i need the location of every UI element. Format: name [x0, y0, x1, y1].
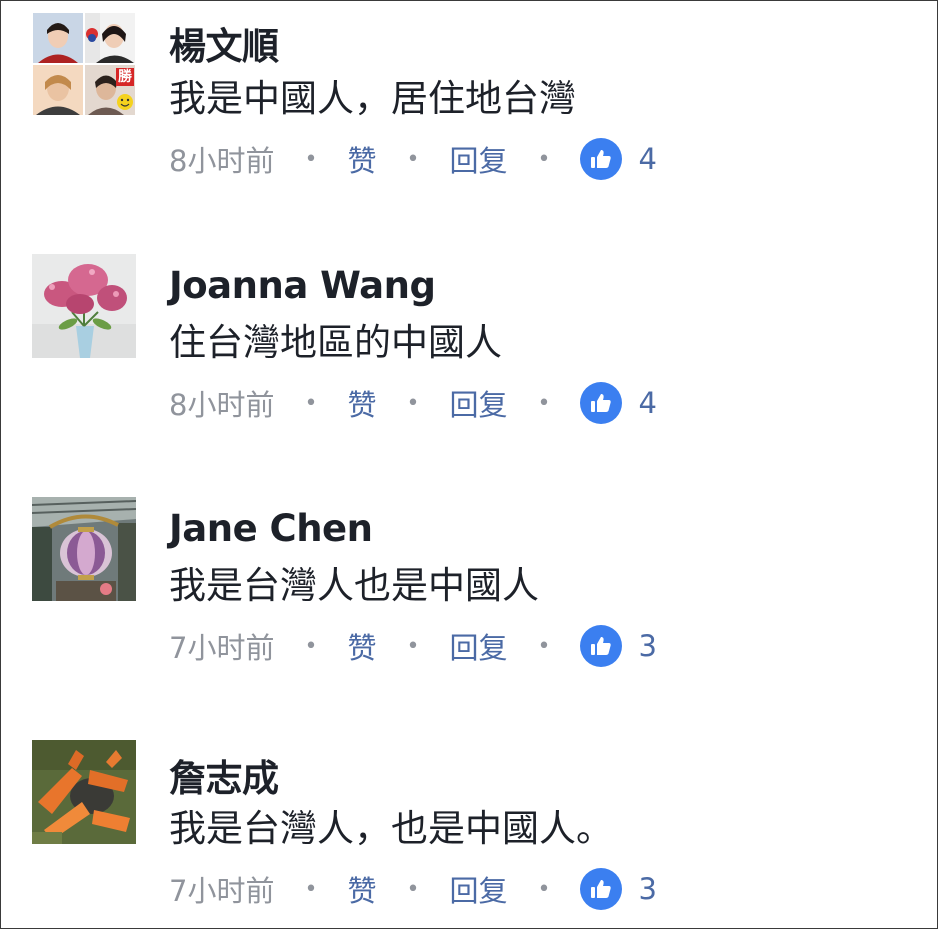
comment-text: 我是台灣人也是中國人: [169, 564, 539, 607]
separator-dot: •: [304, 146, 318, 172]
like-count[interactable]: 4: [638, 386, 656, 420]
comment-meta: 7小时前 • 赞 • 回复 • 3: [169, 866, 657, 912]
thumbs-up-icon[interactable]: [580, 868, 623, 910]
comment-text: 我是中國人，居住地台灣: [169, 77, 576, 120]
comment-meta: 7小时前 • 赞 • 回复 • 3: [169, 623, 657, 669]
thumbs-up-icon[interactable]: [580, 382, 623, 424]
comment-timestamp[interactable]: 7小时前: [169, 625, 274, 667]
comment-author[interactable]: Jane Chen: [169, 507, 373, 550]
collage-avatar-icon: [32, 12, 136, 116]
lantern-avatar-icon: [32, 497, 136, 601]
reply-link[interactable]: 回复: [449, 382, 507, 424]
separator-dot: •: [537, 876, 551, 902]
reply-link[interactable]: 回复: [449, 625, 507, 667]
separator-dot: •: [537, 633, 551, 659]
comment-timestamp[interactable]: 8小时前: [169, 382, 274, 424]
comment-text: 我是台灣人，也是中國人。: [169, 807, 613, 850]
comment-timestamp[interactable]: 7小时前: [169, 868, 274, 910]
separator-dot: •: [406, 876, 420, 902]
separator-dot: •: [406, 390, 420, 416]
comment-item: 詹志成 我是台灣人，也是中國人。 7小时前 • 赞 • 回复 • 3: [1, 730, 937, 930]
comment-item: Jane Chen 我是台灣人也是中國人 7小时前 • 赞 • 回复 • 3: [1, 487, 937, 687]
comment-author[interactable]: Joanna Wang: [169, 264, 436, 307]
comment-timestamp[interactable]: 8小时前: [169, 138, 274, 180]
comment-meta: 8小时前 • 赞 • 回复 • 4: [169, 136, 657, 182]
reply-link[interactable]: 回复: [449, 868, 507, 910]
reply-link[interactable]: 回复: [449, 138, 507, 180]
flowers-avatar-icon: [32, 254, 136, 358]
like-link[interactable]: 赞: [347, 382, 376, 424]
like-link[interactable]: 赞: [347, 138, 376, 180]
thumbs-up-icon[interactable]: [580, 138, 623, 180]
comment-item: Joanna Wang 住台灣地區的中國人 8小时前 • 赞 • 回复 • 4: [1, 244, 937, 444]
like-link[interactable]: 赞: [347, 625, 376, 667]
avatar[interactable]: [32, 254, 136, 358]
separator-dot: •: [304, 633, 318, 659]
separator-dot: •: [537, 146, 551, 172]
like-count[interactable]: 3: [638, 872, 656, 906]
separator-dot: •: [537, 390, 551, 416]
separator-dot: •: [304, 390, 318, 416]
avatar-badge: 勝: [118, 69, 132, 85]
gloves-avatar-icon: [32, 740, 136, 844]
separator-dot: •: [304, 876, 318, 902]
like-count[interactable]: 4: [638, 142, 656, 176]
like-link[interactable]: 赞: [347, 868, 376, 910]
comments-panel: 勝 楊文順 我是中國人，居住地台灣 8小时前 • 赞 • 回复 • 4 Joan…: [0, 0, 938, 929]
comment-text: 住台灣地區的中國人: [169, 321, 502, 364]
thumbs-up-icon[interactable]: [580, 625, 623, 667]
separator-dot: •: [406, 146, 420, 172]
separator-dot: •: [406, 633, 420, 659]
comment-author[interactable]: 楊文順: [169, 16, 279, 70]
avatar[interactable]: [32, 497, 136, 601]
comment-meta: 8小时前 • 赞 • 回复 • 4: [169, 380, 657, 426]
comment-author[interactable]: 詹志成: [169, 748, 279, 802]
avatar[interactable]: [32, 740, 136, 844]
like-count[interactable]: 3: [638, 629, 656, 663]
comment-item: 勝 楊文順 我是中國人，居住地台灣 8小时前 • 赞 • 回复 • 4: [1, 1, 937, 201]
avatar[interactable]: 勝: [32, 12, 136, 116]
